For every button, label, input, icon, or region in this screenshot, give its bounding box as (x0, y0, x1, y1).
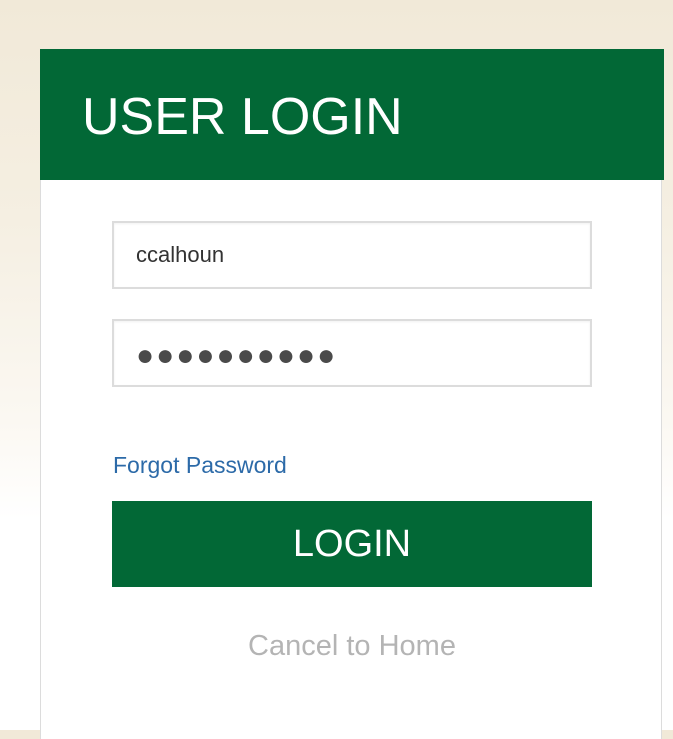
login-button[interactable]: LOGIN (112, 501, 592, 587)
login-panel: USER LOGIN Forgot Password LOGIN Cancel … (40, 49, 664, 739)
username-field[interactable] (112, 221, 592, 289)
forgot-password-link[interactable]: Forgot Password (113, 451, 287, 479)
login-header: USER LOGIN (40, 49, 664, 180)
page-title: USER LOGIN (82, 88, 403, 146)
cancel-to-home-link[interactable]: Cancel to Home (112, 629, 592, 663)
password-field[interactable] (112, 319, 592, 387)
